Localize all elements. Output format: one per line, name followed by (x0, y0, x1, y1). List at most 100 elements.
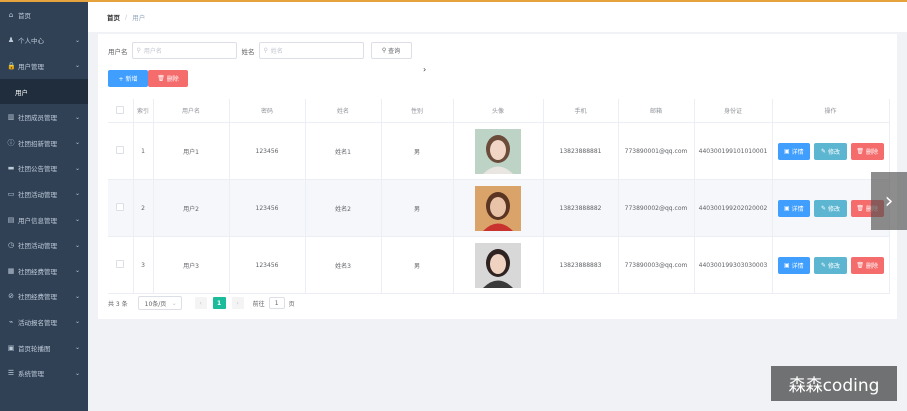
detail-icon: ▣ (784, 147, 792, 155)
search-button[interactable]: ⚲ 查询 (370, 42, 412, 59)
breadcrumb-separator: / (125, 13, 128, 21)
select-all-header[interactable] (108, 99, 134, 123)
sidebar-item-4[interactable]: ▥ 社团成员管理 ⌄ (0, 104, 88, 130)
sidebar-item-0[interactable]: ⌂ 首页 (0, 2, 88, 28)
row-checkbox[interactable] (116, 203, 125, 211)
avatar (475, 242, 521, 288)
calendar-icon: ▦ (7, 266, 15, 275)
row-checkbox[interactable] (116, 260, 125, 268)
sidebar-item-13[interactable]: ▣ 首页轮播图 ⌄ (0, 335, 88, 361)
content-card: 用户名 ⚲ 用户名 姓名 ⚲ 姓名 ⚲ 查询 › + 新增 🗑 删除 索引 用户… (98, 34, 897, 319)
delete-label: 删除 (865, 148, 878, 156)
row-select-cell[interactable] (108, 122, 134, 180)
email-cell: 773890003@qq.com (618, 236, 695, 294)
sidebar-item-9[interactable]: ◷ 社团活动管理 ⌄ (0, 232, 88, 258)
sidebar-item-label: 社团成员管理 (18, 114, 57, 123)
idcard-cell: 440300199101010001 (694, 122, 773, 180)
phone-cell: 13823888881 (543, 122, 619, 180)
detail-icon: ▣ (784, 204, 792, 212)
chevron-down-icon: ⌄ (74, 113, 80, 121)
add-button[interactable]: + 新增 (108, 70, 148, 87)
email-cell: 773890002@qq.com (618, 179, 695, 237)
delete-button[interactable]: 🗑 删除 (850, 142, 884, 160)
username-cell: 用户1 (153, 122, 230, 180)
sidebar-item-5[interactable]: ⓘ 社团招新管理 ⌄ (0, 130, 88, 156)
edit-button[interactable]: ✎ 修改 (814, 142, 847, 160)
next-page-button[interactable]: › (231, 297, 244, 309)
email-cell: 773890001@qq.com (618, 122, 695, 180)
column-header: 邮箱 (618, 99, 695, 123)
edit-button[interactable]: ✎ 修改 (814, 256, 847, 274)
chevron-down-icon: ⌄ (74, 216, 80, 224)
phone-cell: 13823888882 (543, 179, 619, 237)
name-placeholder: 姓名 (270, 48, 283, 55)
column-header: 手机 (543, 99, 619, 123)
row-select-cell[interactable] (108, 179, 134, 237)
table-row: 2 用户2 123456 姓名2 男 13823888882 773890002@qq.co… (108, 179, 890, 237)
mouse-cursor-icon: › (423, 65, 427, 74)
sidebar-item-10[interactable]: ▦ 社团经费管理 ⌄ (0, 258, 88, 284)
chevron-down-icon: ⌄ (74, 36, 80, 44)
sidebar-item-2[interactable]: 🔒 用户管理 ⌄ (0, 53, 88, 79)
chevron-down-icon: ⌄ (74, 190, 80, 198)
detail-button[interactable]: ▣ 详情 (777, 142, 811, 160)
sidebar-item-8[interactable]: ▤ 用户信息管理 ⌄ (0, 207, 88, 233)
sidebar-item-6[interactable]: ▬ 社团公告管理 ⌄ (0, 156, 88, 182)
chat-icon: ▭ (7, 189, 15, 198)
operations-cell: ▣ 详情✎ 修改🗑 删除 (772, 236, 890, 294)
prev-page-button[interactable]: ‹ (194, 297, 207, 309)
page-size-select[interactable]: 10条/页 ⌄ (137, 296, 182, 310)
operations-cell: ▣ 详情✎ 修改🗑 删除 (772, 122, 890, 180)
detail-button[interactable]: ▣ 详情 (777, 199, 811, 217)
page-number-1[interactable]: 1 (212, 297, 226, 309)
goto-page-input[interactable]: 1 (268, 297, 285, 309)
pagination: 共 3 条 10条/页 ⌄ ‹ 1 › 前往 1 页 (108, 296, 295, 310)
index-cell: 2 (133, 179, 154, 237)
username-cell: 用户3 (153, 236, 230, 294)
chevron-down-icon: ⌄ (74, 369, 80, 377)
password-cell: 123456 (229, 122, 306, 180)
row-select-cell[interactable] (108, 236, 134, 294)
username-placeholder: 用户名 (143, 48, 162, 55)
password-cell: 123456 (229, 236, 306, 294)
breadcrumb-home[interactable]: 首页 (107, 12, 120, 22)
column-header: 身份证 (694, 99, 773, 123)
sidebar-item-1[interactable]: ♟ 个人中心 ⌄ (0, 28, 88, 54)
bulk-delete-button[interactable]: 🗑 删除 (148, 70, 188, 87)
name-input[interactable]: ⚲ 姓名 (258, 42, 364, 59)
detail-button[interactable]: ▣ 详情 (777, 256, 811, 274)
sidebar-item-label: 社团公告管理 (18, 165, 57, 174)
sidebar-item-7[interactable]: ▭ 社团活动管理 ⌄ (0, 181, 88, 207)
sidebar-item-3[interactable]: 用户 (0, 78, 88, 105)
column-header: 头像 (453, 99, 544, 123)
avatar-cell (453, 122, 544, 180)
sidebar-item-label: 系统管理 (18, 370, 44, 379)
edit-button[interactable]: ✎ 修改 (814, 199, 847, 217)
select-all-checkbox[interactable] (116, 105, 125, 114)
sidebar-item-14[interactable]: ☰ 系统管理 ⌄ (0, 360, 88, 386)
name-cell: 姓名3 (305, 236, 382, 294)
edit-icon: ✎ (821, 147, 828, 155)
chevron-down-icon: ⌄ (171, 299, 177, 307)
search-row: 用户名 ⚲ 用户名 姓名 ⚲ 姓名 ⚲ 查询 (108, 42, 412, 59)
column-header: 用户名 (153, 99, 230, 123)
delete-button[interactable]: 🗑 删除 (850, 256, 884, 274)
table-header-row: 索引 用户名 密码 姓名 性别 头像 手机 邮箱 身份证 操作 (108, 99, 890, 123)
chevron-right-icon[interactable]: › (871, 172, 907, 230)
user-icon: ♟ (7, 36, 15, 45)
sidebar-item-12[interactable]: ⌁ 活动报名管理 ⌄ (0, 309, 88, 335)
home-icon: ⌂ (8, 10, 14, 19)
avatar (475, 185, 521, 231)
detail-icon: ▣ (784, 261, 792, 269)
search-button-label: 查询 (388, 48, 401, 55)
row-checkbox[interactable] (116, 146, 125, 154)
list-icon: ▬ (7, 164, 15, 173)
sidebar-item-label: 社团经费管理 (18, 267, 57, 276)
sidebar-item-11[interactable]: ⊘ 社团经费管理 ⌄ (0, 284, 88, 310)
table-row: 3 用户3 123456 姓名3 男 13823888883 773890003@qq.co… (108, 236, 890, 294)
column-header: 密码 (229, 99, 306, 123)
table-row: 1 用户1 123456 姓名1 男 13823888881 773890001@qq.co… (108, 122, 890, 180)
username-input[interactable]: ⚲ 用户名 (131, 42, 237, 59)
sidebar-item-label: 社团活动管理 (18, 190, 57, 199)
delete-label: 删除 (865, 262, 878, 270)
